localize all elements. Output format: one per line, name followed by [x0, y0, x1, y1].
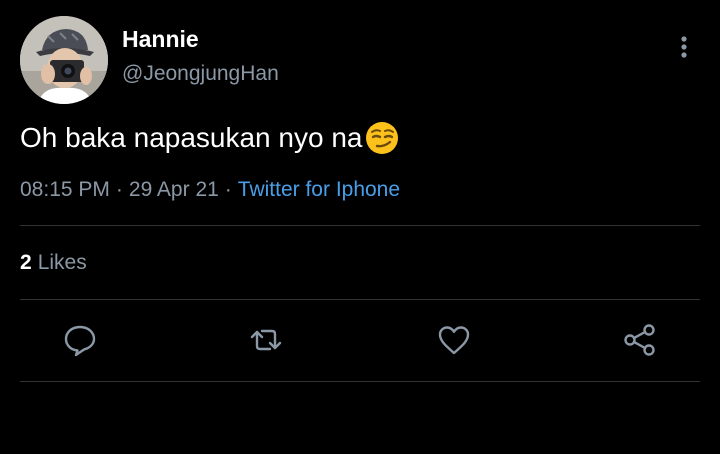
meta-separator-2: · [224, 178, 232, 201]
tweet-date: 29 Apr 21 [128, 178, 219, 201]
retweet-icon[interactable] [248, 322, 284, 358]
divider-bottom [20, 381, 700, 382]
avatar[interactable] [20, 16, 108, 104]
reply-icon[interactable] [62, 322, 98, 358]
tweet-time: 08:15 PM [20, 178, 110, 201]
likes-stat[interactable]: 2 Likes [20, 251, 87, 275]
likes-label: Likes [37, 251, 87, 274]
user-handle[interactable]: @JeongjungHan [122, 62, 279, 86]
tweet-source-link[interactable]: Twitter for Iphone [238, 178, 400, 201]
display-name[interactable]: Hannie [122, 26, 199, 53]
share-icon[interactable] [622, 322, 658, 358]
tweet-text-container: Oh baka napasukan nyo na [20, 120, 400, 156]
divider-top [20, 225, 700, 226]
divider-middle [20, 299, 700, 300]
likes-count: 2 [20, 251, 32, 274]
avatar-photo [20, 16, 108, 104]
tweet-text: Oh baka napasukan nyo na [20, 122, 363, 153]
more-options-icon[interactable] [672, 33, 696, 61]
smirking-face-emoji-icon [364, 120, 400, 156]
heart-icon[interactable] [436, 322, 472, 358]
tweet-meta: 08:15 PM · 29 Apr 21 · Twitter for Iphone [20, 178, 400, 202]
meta-separator: · [115, 178, 123, 201]
